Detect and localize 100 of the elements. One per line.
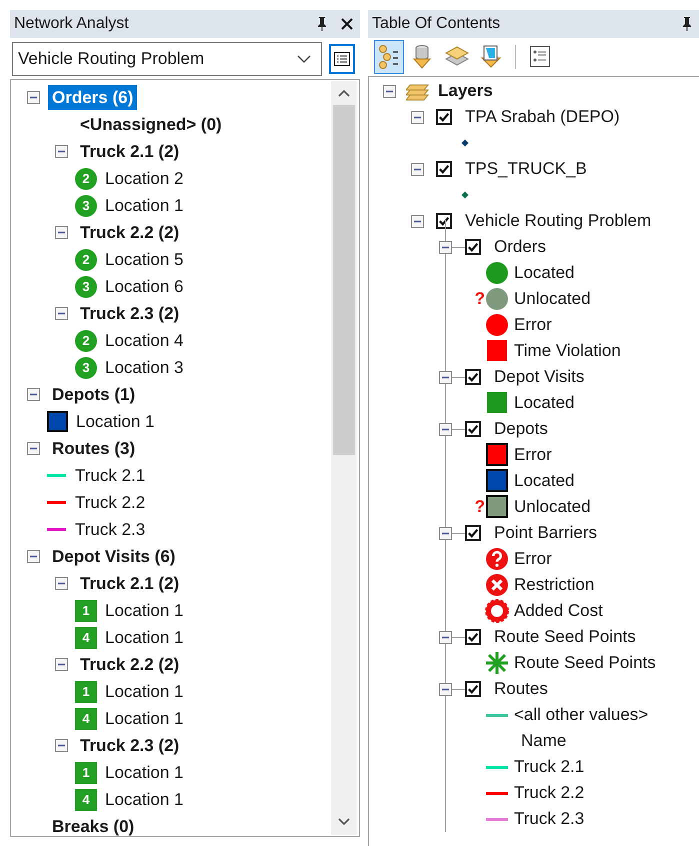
layer-name: Routes [494, 679, 548, 699]
checkbox[interactable] [465, 421, 481, 437]
checkbox[interactable] [465, 369, 481, 385]
legend-label: Truck 2.1 [514, 757, 584, 777]
stop-number-badge: 3 [75, 194, 97, 216]
tree-item[interactable]: Location 5 [105, 250, 184, 270]
collapse-toggle[interactable] [439, 240, 452, 254]
collapse-toggle[interactable] [27, 442, 40, 455]
collapse-toggle[interactable] [411, 110, 424, 124]
legend-label: Located [514, 263, 574, 283]
tree-item[interactable]: Location 1 [105, 790, 184, 810]
collapse-toggle[interactable] [55, 145, 68, 158]
stop-number-badge: 4 [75, 708, 97, 730]
tree-item[interactable]: Breaks (0) [52, 816, 134, 836]
stop-number-badge: 1 [75, 600, 97, 622]
options-icon [528, 44, 552, 70]
legend-label: Added Cost [514, 601, 603, 621]
scrollbar[interactable] [331, 81, 357, 835]
collapse-toggle[interactable] [55, 307, 68, 320]
legend-label: <all other values> [514, 705, 648, 725]
tree-item[interactable]: Depot Visits (6) [52, 546, 176, 566]
legend-label: Error [514, 549, 552, 569]
solver-dropdown[interactable]: Vehicle Routing Problem [12, 42, 322, 76]
tree-item[interactable]: Routes (3) [52, 438, 136, 458]
tree-item[interactable]: Truck 2.2 (2) [80, 222, 180, 242]
tree-item[interactable]: Orders (6) [48, 85, 138, 110]
collapse-toggle[interactable] [55, 577, 68, 590]
tree-item[interactable]: Truck 2.1 (2) [80, 574, 180, 594]
legend-label: Truck 2.3 [514, 809, 584, 829]
collapse-toggle[interactable] [27, 550, 40, 563]
unlocated-mark: ? [474, 289, 485, 309]
stop-number-badge: 4 [75, 626, 97, 648]
legend-label: Located [514, 471, 574, 491]
collapse-toggle[interactable] [27, 91, 40, 104]
stop-number-badge: 1 [75, 680, 97, 702]
stop-number-badge: 2 [75, 330, 97, 352]
layer-name: Vehicle Routing Problem [465, 211, 652, 231]
checkbox[interactable] [465, 239, 481, 255]
tree-item[interactable]: Truck 2.3 (2) [80, 736, 180, 756]
collapse-toggle[interactable] [383, 84, 396, 98]
legend-label: Unlocated [514, 289, 591, 309]
tree-item[interactable]: Depots (1) [52, 384, 136, 404]
legend-label: Restriction [514, 575, 594, 595]
list-button[interactable] [329, 44, 355, 74]
checkbox[interactable] [465, 629, 481, 645]
legend-label: Name [521, 731, 566, 751]
tree-item[interactable]: Location 1 [76, 412, 154, 432]
checkbox[interactable] [465, 525, 481, 541]
selection-icon [479, 44, 503, 70]
legend-label: Located [514, 393, 574, 413]
checkbox[interactable] [436, 213, 452, 229]
collapse-toggle[interactable] [411, 162, 424, 176]
asterisk-icon [485, 651, 509, 675]
layer-name: Depots [494, 419, 548, 439]
tree-item[interactable]: Location 1 [105, 708, 184, 728]
collapse-toggle[interactable] [411, 214, 424, 228]
tree-item[interactable]: Truck 2.1 [75, 466, 146, 486]
checkbox[interactable] [465, 681, 481, 697]
layer-name: Depot Visits [494, 367, 584, 387]
tree-item[interactable]: Location 1 [105, 196, 184, 216]
tree-item[interactable]: Location 3 [105, 358, 184, 378]
layer-name: Point Barriers [494, 523, 597, 543]
checkbox[interactable] [436, 161, 452, 177]
collapse-toggle[interactable] [439, 630, 452, 644]
legend-label: Unlocated [514, 497, 591, 517]
checkbox[interactable] [436, 109, 452, 125]
tree-item[interactable]: Location 6 [105, 276, 184, 296]
collapse-toggle[interactable] [439, 370, 452, 384]
tree-item[interactable]: Layers [438, 81, 493, 101]
panel-title: Network Analyst [14, 15, 130, 33]
layer-name: TPS_TRUCK_B [465, 159, 587, 179]
legend-label: Error [514, 315, 552, 335]
stop-number-badge: 2 [75, 168, 97, 190]
pin-icon[interactable] [681, 16, 693, 32]
collapse-toggle[interactable] [55, 658, 68, 671]
collapse-toggle[interactable] [27, 388, 40, 401]
tree-item[interactable]: Location 1 [105, 628, 184, 648]
tree-item[interactable]: Truck 2.1 (2) [80, 142, 180, 162]
pin-icon[interactable] [316, 16, 328, 32]
tree-item[interactable]: Location 1 [105, 682, 184, 702]
tree-item[interactable]: Location 1 [105, 600, 184, 620]
tree-item[interactable]: Location 2 [105, 168, 184, 188]
tree-item[interactable]: Location 4 [105, 330, 184, 350]
tree-item[interactable]: Location 1 [105, 762, 184, 782]
chevron-down-icon [297, 55, 311, 63]
collapse-toggle[interactable] [55, 739, 68, 752]
collapse-toggle[interactable] [439, 422, 452, 436]
cross-icon [485, 573, 509, 597]
close-icon[interactable] [340, 17, 354, 31]
tree-item[interactable]: Truck 2.2 (2) [80, 654, 180, 674]
tree-item[interactable]: Truck 2.3 (2) [80, 304, 180, 324]
collapse-toggle[interactable] [55, 226, 68, 239]
tree-item[interactable]: Truck 2.3 [75, 520, 146, 540]
scroll-thumb[interactable] [333, 105, 355, 455]
tree-item[interactable]: Truck 2.2 [75, 492, 146, 512]
collapse-toggle[interactable] [439, 682, 452, 696]
layer-name: Route Seed Points [494, 627, 636, 647]
tree-item[interactable]: <Unassigned> (0) [80, 114, 222, 134]
collapse-toggle[interactable] [439, 526, 452, 540]
stop-number-badge: 2 [75, 248, 97, 270]
